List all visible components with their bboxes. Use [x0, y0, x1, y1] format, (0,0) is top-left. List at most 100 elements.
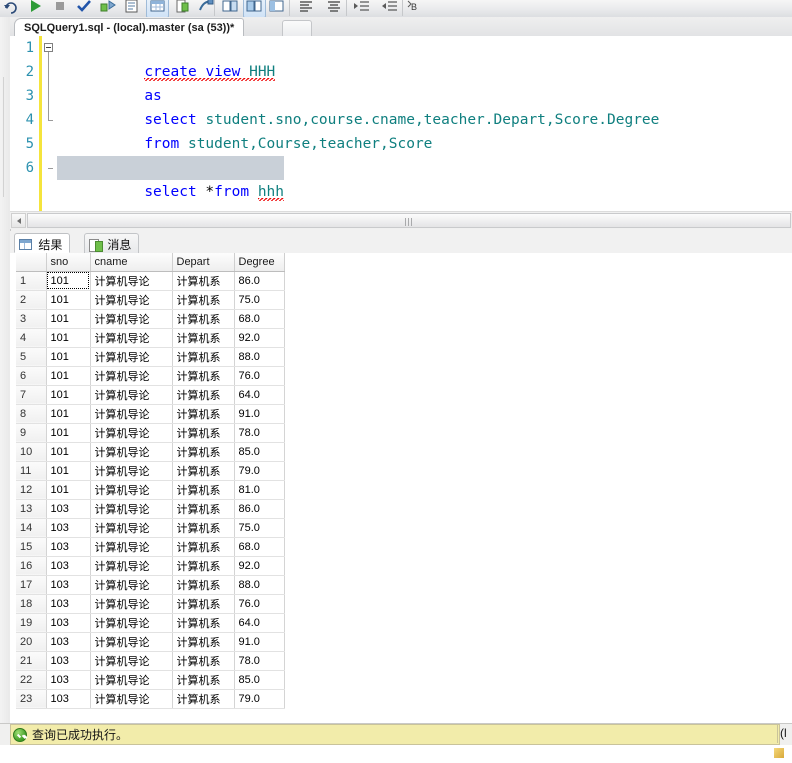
scroll-left-arrow-icon[interactable] [11, 213, 26, 228]
row-number-cell[interactable]: 22 [16, 670, 47, 690]
row-number-cell[interactable]: 17 [16, 575, 47, 595]
column-header-rownum[interactable] [16, 253, 47, 272]
table-row[interactable]: 1 101 计算机导论 计算机系 86.0 [16, 271, 285, 291]
grid-cell[interactable]: 86.0 [234, 271, 285, 291]
grid-cell[interactable]: 79.0 [234, 461, 285, 481]
code-text-area[interactable]: create view HHH as select student.sno,co… [57, 36, 792, 211]
grid-cell[interactable]: 81.0 [234, 480, 285, 500]
grid-cell[interactable]: 75.0 [234, 518, 285, 538]
table-row[interactable]: 13 103 计算机导论 计算机系 86.0 [16, 499, 285, 519]
table-row[interactable]: 14 103 计算机导论 计算机系 75.0 [16, 518, 285, 538]
grid-cell[interactable]: 88.0 [234, 347, 285, 367]
column-header-cname[interactable]: cname [90, 253, 173, 272]
grid-cell[interactable]: 计算机系 [172, 309, 235, 329]
grid-cell[interactable]: 103 [46, 499, 91, 519]
grid-cell[interactable]: 计算机系 [172, 613, 235, 633]
grid-cell[interactable]: 103 [46, 575, 91, 595]
grid-cell[interactable]: 计算机导论 [90, 366, 173, 386]
results-to-file-icon[interactable] [172, 0, 192, 16]
grid-cell[interactable]: 101 [46, 290, 91, 310]
row-number-cell[interactable]: 18 [16, 594, 47, 614]
grid-cell[interactable]: 103 [46, 670, 91, 690]
grid-cell[interactable]: 计算机系 [172, 271, 235, 291]
grid-cell[interactable]: 86.0 [234, 499, 285, 519]
grid-cell[interactable]: 计算机导论 [90, 309, 173, 329]
grid-cell[interactable]: 计算机导论 [90, 613, 173, 633]
grid-cell[interactable]: 计算机导论 [90, 632, 173, 652]
table-row[interactable]: 6 101 计算机导论 计算机系 76.0 [16, 366, 285, 386]
results-grid-container[interactable]: sno cname Depart Degree 1 101 计算机导论 计算机系 86.… [10, 253, 792, 723]
grid-cell[interactable]: 85.0 [234, 442, 285, 462]
document-tab-overflow[interactable] [282, 20, 312, 37]
grid-cell[interactable]: 计算机系 [172, 461, 235, 481]
align-left-icon[interactable] [296, 0, 316, 16]
grid-cell[interactable]: 计算机系 [172, 518, 235, 538]
grid-cell[interactable]: 计算机导论 [90, 328, 173, 348]
grid-cell[interactable]: 103 [46, 613, 91, 633]
grid-cell[interactable]: 101 [46, 366, 91, 386]
table-row[interactable]: 18 103 计算机导论 计算机系 76.0 [16, 594, 285, 614]
grid-cell[interactable]: 计算机导论 [90, 689, 173, 709]
display-estimated-plan-icon[interactable] [98, 0, 118, 16]
grid-cell[interactable]: 计算机导论 [90, 423, 173, 443]
grid-cell[interactable]: 103 [46, 632, 91, 652]
grid-cell[interactable]: 计算机系 [172, 670, 235, 690]
outdent-icon[interactable] [380, 0, 400, 16]
table-row[interactable]: 21 103 计算机导论 计算机系 78.0 [16, 651, 285, 671]
grid-cell[interactable]: 计算机系 [172, 347, 235, 367]
table-row[interactable]: 8 101 计算机导论 计算机系 91.0 [16, 404, 285, 424]
grid-cell[interactable]: 计算机导论 [90, 537, 173, 557]
grid-cell[interactable]: 计算机导论 [90, 594, 173, 614]
grid-cell[interactable]: 计算机导论 [90, 575, 173, 595]
table-row[interactable]: 7 101 计算机导论 计算机系 64.0 [16, 385, 285, 405]
row-number-cell[interactable]: 19 [16, 613, 47, 633]
sql-code-editor[interactable]: 1 2 3 4 5 6 create view HHH as select st… [10, 36, 792, 211]
grid-cell[interactable]: 78.0 [234, 423, 285, 443]
grid-cell[interactable]: 103 [46, 594, 91, 614]
row-number-cell[interactable]: 11 [16, 461, 47, 481]
grid-cell[interactable]: 101 [46, 328, 91, 348]
grid-cell[interactable]: 计算机导论 [90, 385, 173, 405]
grid-cell[interactable]: 101 [46, 385, 91, 405]
grid-cell[interactable]: 101 [46, 404, 91, 424]
table-row[interactable]: 4 101 计算机导论 计算机系 92.0 [16, 328, 285, 348]
row-number-cell[interactable]: 5 [16, 347, 47, 367]
grid-cell[interactable]: 计算机导论 [90, 461, 173, 481]
grid-cell[interactable]: 计算机系 [172, 385, 235, 405]
undo-icon[interactable] [2, 0, 22, 16]
grid-cell[interactable]: 计算机导论 [90, 347, 173, 367]
table-row[interactable]: 23 103 计算机导论 计算机系 79.0 [16, 689, 285, 709]
row-number-cell[interactable]: 1 [16, 271, 47, 291]
grid-cell[interactable]: 78.0 [234, 651, 285, 671]
grid-cell[interactable]: 103 [46, 518, 91, 538]
grid-cell[interactable]: 计算机导论 [90, 290, 173, 310]
row-number-cell[interactable]: 12 [16, 480, 47, 500]
grid-cell[interactable]: 103 [46, 537, 91, 557]
tab-results[interactable]: 结果 [14, 233, 71, 253]
column-header-sno[interactable]: sno [46, 253, 91, 272]
row-number-cell[interactable]: 13 [16, 499, 47, 519]
grid-cell[interactable]: 计算机系 [172, 575, 235, 595]
grid-cell[interactable]: 92.0 [234, 328, 285, 348]
row-number-cell[interactable]: 23 [16, 689, 47, 709]
grid-cell[interactable]: 计算机导论 [90, 670, 173, 690]
row-number-cell[interactable]: 4 [16, 328, 47, 348]
align-center-icon[interactable] [324, 0, 344, 16]
table-row[interactable]: 20 103 计算机导论 计算机系 91.0 [16, 632, 285, 652]
row-number-cell[interactable]: 9 [16, 423, 47, 443]
code-folding-column[interactable] [43, 36, 57, 211]
grid-cell[interactable]: 计算机系 [172, 404, 235, 424]
grid-cell[interactable]: 101 [46, 423, 91, 443]
column-header-degree[interactable]: Degree [234, 253, 285, 272]
grid-cell[interactable]: 计算机系 [172, 480, 235, 500]
grid-cell[interactable]: 计算机系 [172, 689, 235, 709]
grid-cell[interactable]: 85.0 [234, 670, 285, 690]
grid-cell[interactable]: 64.0 [234, 613, 285, 633]
grid-cell[interactable]: 103 [46, 689, 91, 709]
grid-cell[interactable]: 91.0 [234, 404, 285, 424]
grid-cell[interactable]: 计算机系 [172, 537, 235, 557]
table-row[interactable]: 9 101 计算机导论 计算机系 78.0 [16, 423, 285, 443]
grid-cell[interactable]: 103 [46, 556, 91, 576]
grid-cell[interactable]: 计算机导论 [90, 651, 173, 671]
grid-cell[interactable]: 103 [46, 651, 91, 671]
